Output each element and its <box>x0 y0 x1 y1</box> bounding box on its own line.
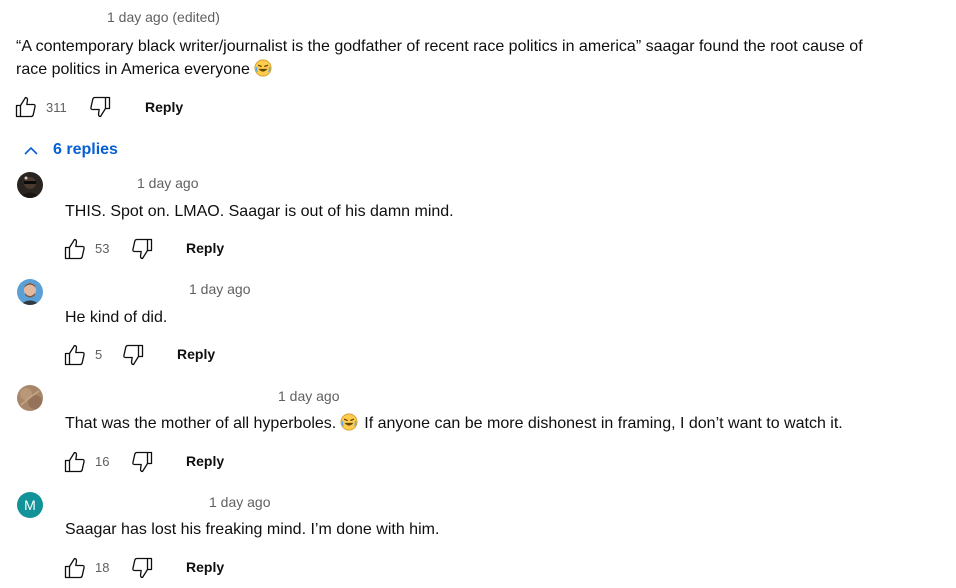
laughing-emoji-icon <box>340 413 358 431</box>
reply-button[interactable]: Reply <box>186 239 224 257</box>
comment-text-line2: race politics in America everyone <box>16 58 951 81</box>
like-icon[interactable] <box>63 556 87 580</box>
like-icon[interactable] <box>63 343 87 367</box>
reply-timestamp: 1 day ago <box>137 175 199 191</box>
reply-text-part2: If anyone can be more dishonest in frami… <box>364 415 843 432</box>
replies-toggle-label[interactable]: 6 replies <box>53 140 118 160</box>
dislike-icon[interactable] <box>88 95 112 119</box>
dislike-icon[interactable] <box>130 450 154 474</box>
laughing-emoji-icon <box>254 59 272 77</box>
dark-avatar-icon <box>17 172 43 198</box>
reply-timestamp: 1 day ago <box>209 494 271 510</box>
chevron-up-icon <box>22 142 40 160</box>
avatar[interactable] <box>17 385 43 411</box>
reply-button[interactable]: Reply <box>186 452 224 470</box>
reply-button[interactable]: Reply <box>145 98 183 116</box>
brown-avatar-icon <box>17 385 43 411</box>
reply-text: He kind of did. <box>65 309 168 326</box>
like-count: 53 <box>95 241 110 256</box>
avatar[interactable]: M <box>17 492 43 518</box>
dislike-icon[interactable] <box>121 343 145 367</box>
comment-text-line1: “A contemporary black writer/journalist … <box>16 38 863 55</box>
dislike-icon[interactable] <box>130 556 154 580</box>
comment-timestamp: 1 day ago (edited) <box>107 9 220 25</box>
comment-text-line2-text: race politics in America everyone <box>16 61 250 78</box>
reply-button[interactable]: Reply <box>177 345 215 363</box>
like-count: 18 <box>95 560 110 575</box>
like-count: 311 <box>46 100 67 115</box>
man-avatar-icon <box>17 279 43 305</box>
avatar[interactable] <box>17 279 43 305</box>
reply-timestamp: 1 day ago <box>278 388 340 404</box>
reply-text-part1: That was the mother of all hyperboles. <box>65 415 337 432</box>
reply-text: That was the mother of all hyperboles. If… <box>65 412 843 435</box>
reply-timestamp: 1 day ago <box>189 281 251 297</box>
like-icon[interactable] <box>14 95 38 119</box>
comment-text: “A contemporary black writer/journalist … <box>16 35 951 81</box>
like-count: 16 <box>95 454 110 469</box>
like-count: 5 <box>95 347 103 362</box>
reply-text: Saagar has lost his freaking mind. I’m d… <box>65 521 440 538</box>
reply-button[interactable]: Reply <box>186 558 224 576</box>
dislike-icon[interactable] <box>130 237 154 261</box>
reply-text: THIS. Spot on. LMAO. Saagar is out of hi… <box>65 203 454 220</box>
like-icon[interactable] <box>63 450 87 474</box>
like-icon[interactable] <box>63 237 87 261</box>
avatar[interactable] <box>17 172 43 198</box>
